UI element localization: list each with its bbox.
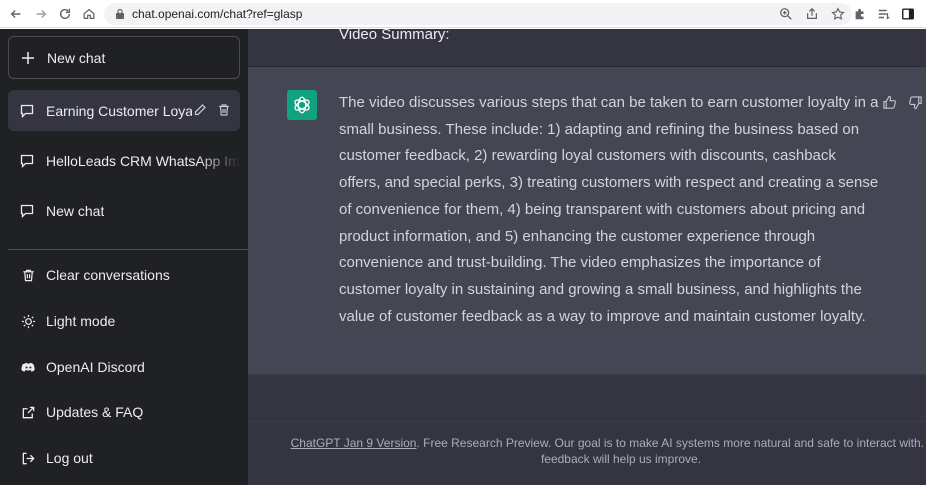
message-icon: [20, 104, 34, 118]
menu-label: Updates & FAQ: [46, 404, 144, 420]
chat-title: New chat: [46, 202, 105, 219]
reload-icon[interactable]: [56, 5, 74, 23]
bookmark-star-icon[interactable]: [830, 6, 846, 22]
sun-icon: [20, 313, 36, 329]
chat-item-helloleads-crm[interactable]: HelloLeads CRM WhatsApp Im: [8, 140, 240, 181]
browser-toolbar: chat.openai.com/chat?ref=glasp: [0, 0, 926, 28]
discord-icon: [20, 359, 36, 375]
share-icon[interactable]: [804, 6, 820, 22]
conversation-panel: Video Summary: The video discusses vario…: [248, 26, 926, 487]
thumbs-up-icon[interactable]: [881, 94, 897, 110]
edit-pencil-icon[interactable]: [192, 102, 208, 118]
chat-item-earning-customer-loyalty[interactable]: Earning Customer Loyal: [8, 90, 240, 131]
message-icon: [20, 204, 34, 218]
new-chat-button[interactable]: New chat: [8, 36, 240, 79]
address-bar[interactable]: chat.openai.com/chat?ref=glasp: [104, 3, 852, 25]
zoom-icon[interactable]: [778, 6, 794, 22]
footer: ChatGPT Jan 9 Version. Free Research Pre…: [248, 421, 926, 487]
assistant-message: The video discusses various steps that c…: [248, 67, 926, 375]
user-message: Video Summary:: [248, 26, 926, 67]
delete-trash-icon[interactable]: [216, 102, 232, 118]
plus-icon: [22, 51, 34, 64]
message-icon: [20, 154, 34, 168]
footer-disclaimer: ChatGPT Jan 9 Version. Free Research Pre…: [271, 435, 926, 467]
footer-text: . Free Research Preview. Our goal is to …: [416, 436, 926, 466]
reading-list-icon[interactable]: [876, 6, 892, 22]
clear-conversations-button[interactable]: Clear conversations: [8, 255, 240, 295]
log-out-button[interactable]: Log out: [8, 438, 240, 478]
lock-icon: [116, 8, 124, 19]
chat-item-new-chat[interactable]: New chat: [8, 190, 240, 231]
menu-label: OpenAI Discord: [46, 359, 145, 375]
back-icon[interactable]: [7, 5, 25, 23]
forward-icon[interactable]: [32, 5, 50, 23]
new-chat-label: New chat: [47, 49, 106, 66]
openai-discord-link[interactable]: OpenAI Discord: [8, 347, 240, 387]
version-link[interactable]: ChatGPT Jan 9 Version: [291, 436, 417, 450]
menu-label: Log out: [46, 450, 93, 466]
openai-logo-icon: [294, 96, 310, 114]
chatgpt-avatar: [287, 90, 317, 120]
sidebar-divider: [8, 249, 248, 250]
assistant-message-text: The video discusses various steps that c…: [339, 94, 879, 325]
chat-title: Earning Customer Loyal: [46, 102, 197, 119]
logout-icon: [20, 450, 36, 466]
url-text: chat.openai.com/chat?ref=glasp: [132, 7, 303, 21]
menu-label: Light mode: [46, 313, 116, 329]
menu-label: Clear conversations: [46, 267, 170, 283]
chat-title: HelloLeads CRM WhatsApp Im: [46, 152, 240, 169]
updates-faq-link[interactable]: Updates & FAQ: [8, 392, 240, 432]
external-link-icon: [20, 404, 36, 420]
home-icon[interactable]: [80, 5, 98, 23]
trash-icon: [20, 267, 36, 283]
extensions-puzzle-icon[interactable]: [852, 6, 868, 22]
light-mode-button[interactable]: Light mode: [8, 301, 240, 341]
sidebar: New chat Earning Customer Loyal HelloLea…: [0, 29, 248, 487]
user-message-text: Video Summary:: [339, 26, 450, 43]
thumbs-down-icon[interactable]: [907, 94, 923, 110]
side-panel-icon[interactable]: [900, 6, 916, 22]
